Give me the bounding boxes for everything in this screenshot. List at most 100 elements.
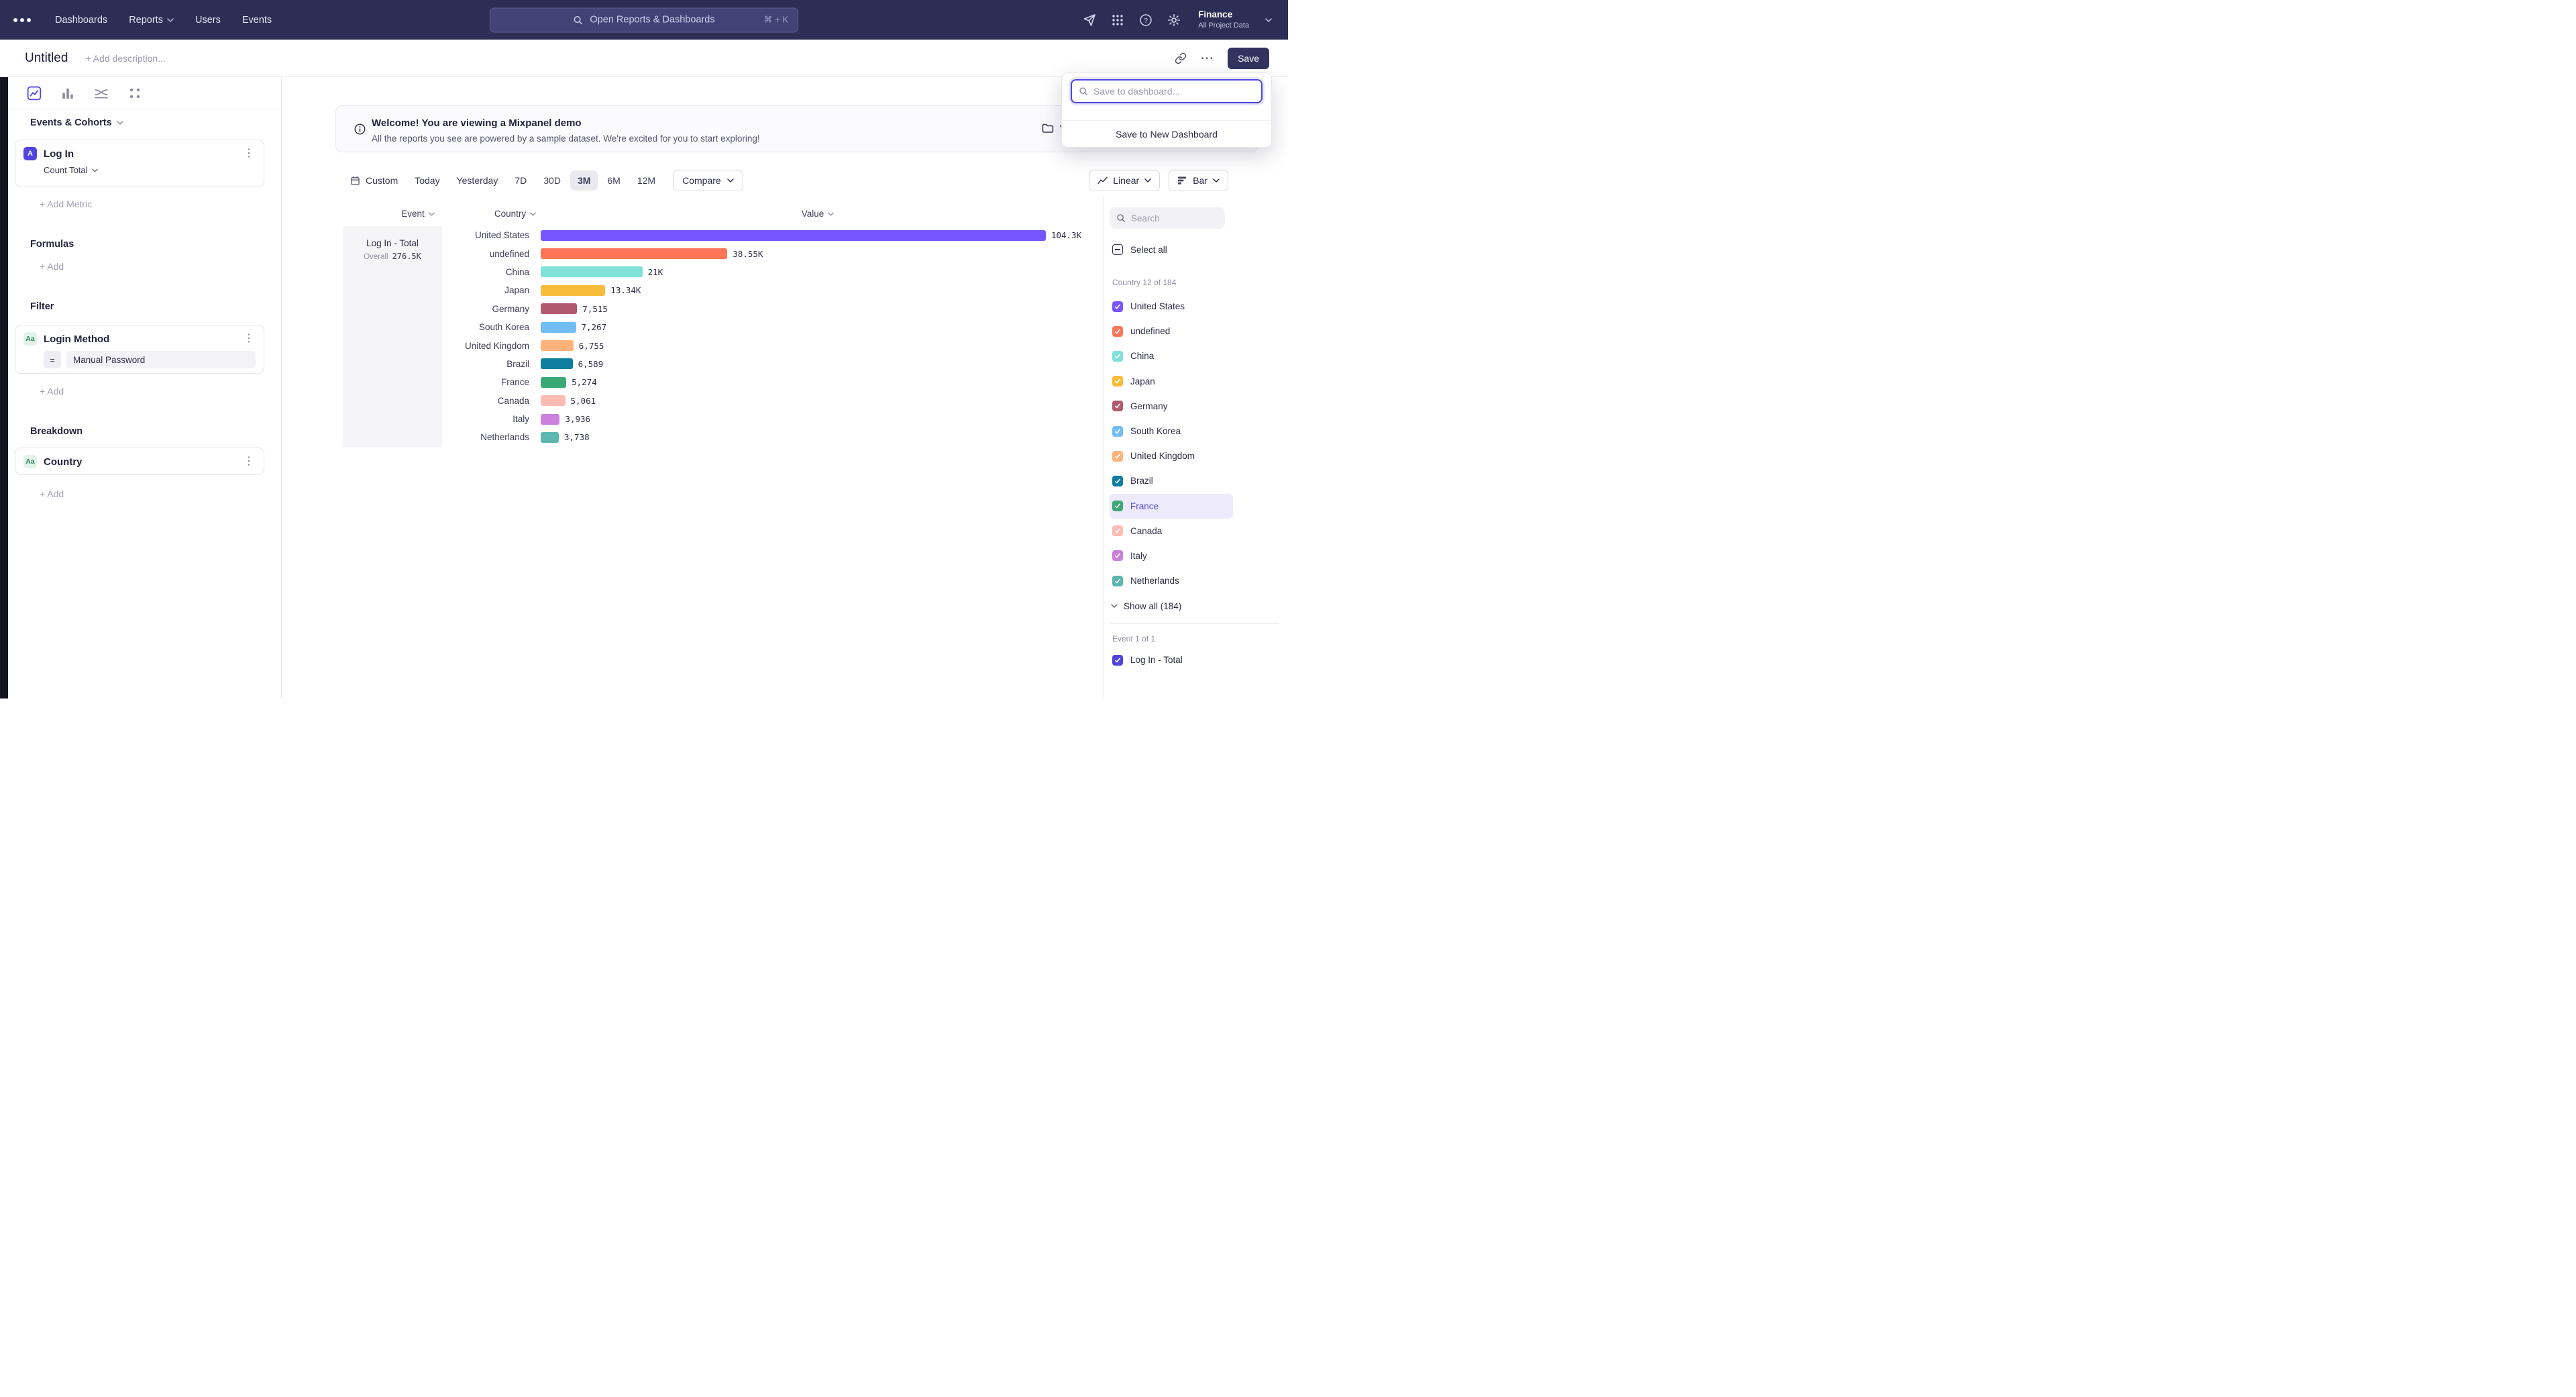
- tab-scatter-chart-icon[interactable]: [127, 86, 142, 101]
- checkbox-japan[interactable]: [1112, 376, 1123, 386]
- event-legend-item[interactable]: Log In - Total: [1110, 648, 1233, 672]
- checkbox-italy[interactable]: [1112, 550, 1123, 561]
- filter-item-netherlands[interactable]: Netherlands: [1110, 568, 1233, 593]
- event-item-checkbox[interactable]: [1112, 655, 1123, 666]
- filter-item-brazil[interactable]: Brazil: [1110, 468, 1233, 493]
- dashboard-search-box[interactable]: [1071, 79, 1263, 103]
- event-series-cell[interactable]: Log In - Total Overall 276.5K: [343, 226, 442, 447]
- range-custom-button[interactable]: Custom: [343, 170, 405, 191]
- checkbox-france[interactable]: [1112, 501, 1123, 511]
- mixpanel-logo-icon[interactable]: [13, 18, 31, 22]
- legend-search-box[interactable]: [1110, 207, 1225, 229]
- dashboard-search-input[interactable]: [1093, 86, 1254, 97]
- checkbox-united-kingdom[interactable]: [1112, 451, 1123, 462]
- legend-search-input[interactable]: [1131, 213, 1209, 223]
- help-icon[interactable]: ?: [1139, 13, 1152, 27]
- aggregation-selector[interactable]: Count Total: [44, 165, 264, 175]
- add-metric-button[interactable]: + Add Metric: [40, 199, 92, 209]
- info-icon: [354, 123, 366, 135]
- filter-value-input[interactable]: [66, 351, 256, 368]
- filter-item-canada[interactable]: Canada: [1110, 519, 1233, 544]
- bar-united-kingdom[interactable]: [541, 340, 574, 351]
- bar-china[interactable]: [541, 266, 643, 277]
- bar-canada[interactable]: [541, 395, 566, 406]
- bar-japan[interactable]: [541, 285, 605, 296]
- apps-grid-icon[interactable]: [1111, 13, 1124, 27]
- column-header-event[interactable]: Event: [388, 209, 448, 219]
- more-options-icon[interactable]: ⋯: [1200, 50, 1214, 66]
- settings-gear-icon[interactable]: [1167, 13, 1181, 27]
- filter-item-united-kingdom[interactable]: United Kingdom: [1110, 444, 1233, 468]
- range-yesterday-button[interactable]: Yesterday: [449, 170, 506, 191]
- checkbox-undefined[interactable]: [1112, 326, 1123, 337]
- compare-button[interactable]: Compare: [673, 170, 743, 191]
- bar-france[interactable]: [541, 377, 566, 388]
- nav-item-events[interactable]: Events: [242, 15, 272, 25]
- scale-dropdown[interactable]: Linear: [1089, 170, 1160, 191]
- kebab-menu-icon[interactable]: ⋮: [242, 333, 256, 344]
- filter-item-united-states[interactable]: United States: [1110, 294, 1233, 319]
- filter-item-undefined[interactable]: undefined: [1110, 319, 1233, 344]
- kebab-menu-icon[interactable]: ⋮: [242, 456, 256, 467]
- project-switcher[interactable]: Finance All Project Data: [1198, 9, 1249, 30]
- kebab-menu-icon[interactable]: ⋮: [242, 148, 256, 159]
- add-formula-button[interactable]: + Add: [40, 261, 64, 272]
- filter-item-china[interactable]: China: [1110, 344, 1233, 368]
- checkbox-china[interactable]: [1112, 351, 1123, 362]
- filter-operator[interactable]: =: [44, 351, 61, 368]
- nav-item-users[interactable]: Users: [195, 15, 221, 25]
- bar-brazil[interactable]: [541, 358, 573, 369]
- nav-item-reports[interactable]: Reports: [129, 15, 174, 25]
- range-30d-button[interactable]: 30D: [536, 170, 568, 191]
- save-to-new-dashboard-option[interactable]: Save to New Dashboard: [1062, 120, 1271, 147]
- chart-type-dropdown[interactable]: Bar: [1169, 170, 1228, 191]
- add-filter-button[interactable]: + Add: [40, 386, 64, 397]
- event-card[interactable]: A Log In ⋮ Count Total: [15, 140, 264, 187]
- copy-link-icon[interactable]: [1175, 52, 1187, 64]
- filter-item-germany[interactable]: Germany: [1110, 394, 1233, 419]
- breakdown-property-name[interactable]: Country: [44, 456, 235, 468]
- add-description-field[interactable]: + Add description...: [85, 53, 165, 64]
- filter-property-name[interactable]: Login Method: [44, 333, 235, 345]
- column-header-value[interactable]: Value: [781, 209, 855, 219]
- checkbox-germany[interactable]: [1112, 401, 1123, 411]
- tab-flow-chart-icon[interactable]: [94, 86, 109, 101]
- tab-bar-chart-icon[interactable]: [60, 86, 75, 101]
- save-button[interactable]: Save: [1228, 48, 1269, 69]
- checkbox-united-states[interactable]: [1112, 301, 1123, 312]
- range-today-button[interactable]: Today: [407, 170, 447, 191]
- nav-item-dashboards[interactable]: Dashboards: [55, 15, 107, 25]
- filter-item-italy[interactable]: Italy: [1110, 544, 1233, 568]
- add-breakdown-button[interactable]: + Add: [40, 488, 64, 499]
- range-6m-button[interactable]: 6M: [600, 170, 627, 191]
- breakdown-card[interactable]: Aa Country ⋮: [15, 448, 264, 475]
- range-7d-button[interactable]: 7D: [507, 170, 534, 191]
- range-12m-button[interactable]: 12M: [630, 170, 663, 191]
- filter-item-france[interactable]: France: [1110, 494, 1233, 519]
- checkbox-canada[interactable]: [1112, 525, 1123, 536]
- select-all-checkbox[interactable]: [1112, 244, 1123, 255]
- select-all-label: Select all: [1130, 245, 1167, 255]
- column-header-country[interactable]: Country: [478, 209, 552, 219]
- global-search-button[interactable]: Open Reports & Dashboards ⌘ + K: [490, 7, 798, 32]
- checkbox-netherlands[interactable]: [1112, 576, 1123, 586]
- tab-line-chart-icon[interactable]: [27, 86, 42, 101]
- select-all-row[interactable]: Select all: [1110, 244, 1233, 255]
- bar-united-states[interactable]: [541, 230, 1046, 241]
- checkbox-south-korea[interactable]: [1112, 426, 1123, 437]
- event-name[interactable]: Log In: [44, 148, 235, 160]
- events-section-header[interactable]: Events & Cohorts: [30, 117, 123, 128]
- show-all-button[interactable]: Show all (184): [1110, 593, 1233, 619]
- bar-netherlands[interactable]: [541, 432, 559, 443]
- bar-undefined[interactable]: [541, 248, 727, 259]
- filter-item-japan[interactable]: Japan: [1110, 369, 1233, 394]
- filter-card[interactable]: Aa Login Method ⋮ =: [15, 325, 264, 374]
- range-3m-button-selected[interactable]: 3M: [570, 170, 598, 191]
- report-title[interactable]: Untitled: [25, 51, 68, 66]
- filter-item-south-korea[interactable]: South Korea: [1110, 419, 1233, 444]
- bar-italy[interactable]: [541, 414, 559, 425]
- checkbox-brazil[interactable]: [1112, 476, 1123, 486]
- send-icon[interactable]: [1083, 13, 1096, 27]
- bar-germany[interactable]: [541, 303, 577, 314]
- bar-south-korea[interactable]: [541, 322, 576, 333]
